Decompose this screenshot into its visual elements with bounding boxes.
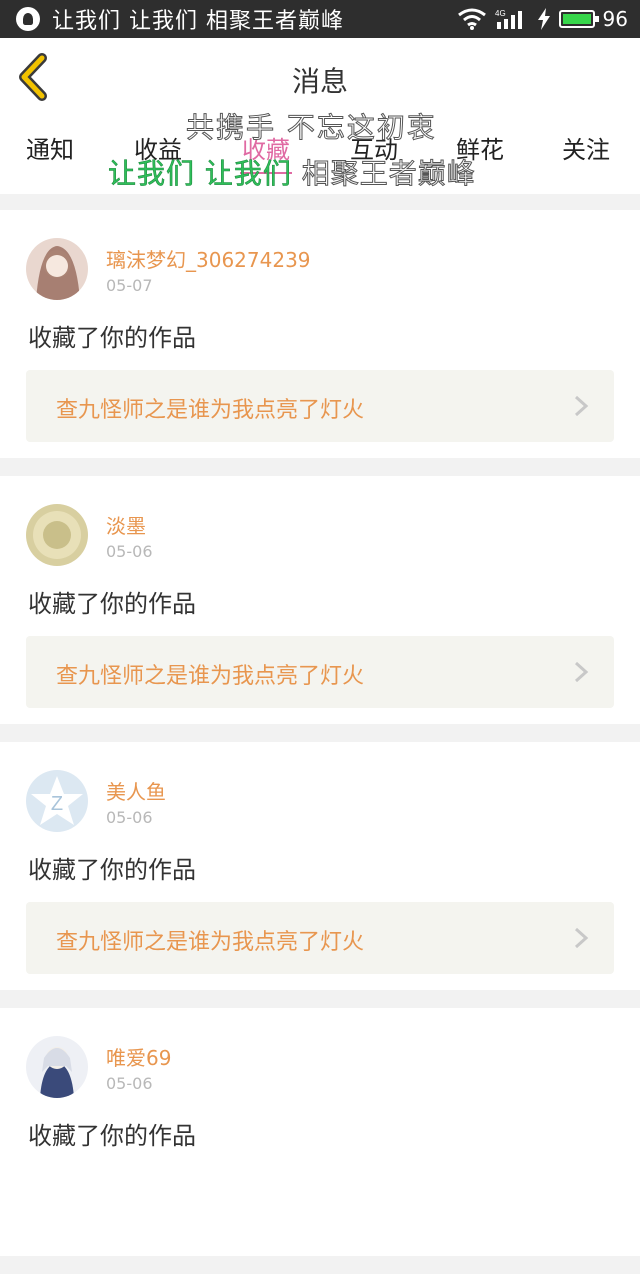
message-date: 05-06 — [106, 542, 153, 561]
message-card: 唯爱69 05-06 收藏了你的作品 — [0, 1008, 640, 1256]
message-action: 收藏了你的作品 — [28, 1122, 196, 1150]
work-title: 查九怪师之是谁为我点亮了灯火 — [56, 398, 365, 423]
message-card: Z 美人鱼 05-06 收藏了你的作品 查九怪师之是谁为我点亮了灯火 — [0, 742, 640, 990]
message-card: 璃沫梦幻_306274239 05-07 收藏了你的作品 查九怪师之是谁为我点亮… — [0, 210, 640, 458]
watermark-line-2: 让我们 让我们 相聚王者巅峰 — [108, 152, 476, 192]
message-feed: 璃沫梦幻_306274239 05-07 收藏了你的作品 查九怪师之是谁为我点亮… — [0, 210, 640, 1274]
work-title: 查九怪师之是谁为我点亮了灯火 — [56, 664, 365, 689]
chevron-right-icon — [574, 661, 589, 683]
message-card: 淡墨 05-06 收藏了你的作品 查九怪师之是谁为我点亮了灯火 — [0, 476, 640, 724]
signal-icon: 4G — [495, 9, 522, 29]
avatar[interactable]: Z — [26, 770, 88, 832]
watermark-green-text: 让我们 让我们 — [108, 157, 292, 191]
work-title: 查九怪师之是谁为我点亮了灯火 — [56, 930, 365, 955]
chevron-right-icon — [574, 395, 589, 417]
watermark-line-1: 共携手 不忘这初衷 — [186, 111, 437, 145]
work-link[interactable]: 查九怪师之是谁为我点亮了灯火 — [26, 636, 614, 708]
avatar[interactable] — [26, 238, 88, 300]
username[interactable]: 唯爱69 — [106, 1042, 171, 1071]
tab-notifications[interactable]: 通知 — [26, 130, 74, 165]
message-date: 05-06 — [106, 1074, 153, 1093]
message-date: 05-06 — [106, 808, 153, 827]
message-action: 收藏了你的作品 — [28, 856, 196, 884]
status-bar: 让我们 让我们 相聚王者巅峰 4G 96 — [0, 0, 640, 38]
username[interactable]: 璃沫梦幻_306274239 — [106, 244, 311, 273]
username[interactable]: 美人鱼 — [106, 776, 166, 805]
avatar[interactable] — [26, 1036, 88, 1098]
status-icons: 4G 96 — [457, 0, 628, 38]
svg-text:Z: Z — [51, 793, 63, 815]
message-action: 收藏了你的作品 — [28, 324, 196, 352]
work-link[interactable]: 查九怪师之是谁为我点亮了灯火 — [26, 370, 614, 442]
network-type: 4G — [495, 9, 506, 18]
tab-following[interactable]: 关注 — [562, 130, 610, 165]
chevron-right-icon — [574, 927, 589, 949]
page-title: 消息 — [291, 65, 348, 98]
battery-icon — [558, 10, 599, 28]
username[interactable]: 淡墨 — [106, 510, 146, 539]
carrier-text: 让我们 让我们 相聚王者巅峰 — [52, 9, 344, 34]
carrier-logo-icon — [16, 7, 40, 31]
avatar[interactable] — [26, 504, 88, 566]
work-link[interactable]: 查九怪师之是谁为我点亮了灯火 — [26, 902, 614, 974]
charging-icon — [537, 8, 550, 30]
message-date: 05-07 — [106, 276, 153, 295]
watermark-white-text: 相聚王者巅峰 — [291, 157, 476, 191]
battery-level: 96 — [602, 7, 628, 31]
wifi-icon — [457, 8, 486, 30]
message-action: 收藏了你的作品 — [28, 590, 196, 618]
